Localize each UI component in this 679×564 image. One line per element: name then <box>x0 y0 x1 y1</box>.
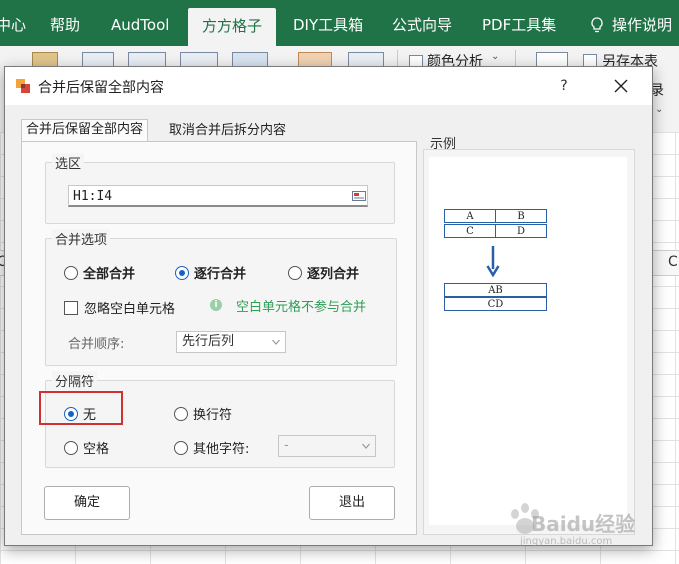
example-merged-cell: AB <box>444 283 547 297</box>
example-cell: D <box>495 224 547 238</box>
merge-order-label: 合并顺序: <box>68 337 125 352</box>
info-icon: i <box>210 299 222 311</box>
radio-separator-newline-label: 换行符 <box>193 408 233 423</box>
tab-unmerge-split[interactable]: 取消合并后拆分内容 <box>165 121 290 141</box>
ribbon-tab-center[interactable]: 中心 <box>0 0 26 46</box>
radio-separator-other-label: 其他字符: <box>193 442 250 457</box>
ignore-blank-hint: 空白单元格不参与合并 <box>236 300 367 315</box>
tab-merge-keep-all[interactable]: 合并后保留全部内容 <box>21 119 149 142</box>
ribbon-tab-help[interactable]: 帮助 <box>50 0 80 46</box>
merge-order-select[interactable]: 先行后列 <box>176 331 286 353</box>
radio-merge-by-row[interactable]: 逐行合并 <box>175 263 246 282</box>
radio-merge-by-column-label: 逐列合并 <box>307 267 360 282</box>
dialog-title: 合并后保留全部内容 <box>38 80 164 96</box>
merge-order-value: 先行后列 <box>182 334 235 349</box>
separator-label: 分隔符 <box>52 371 98 390</box>
close-icon <box>614 79 628 93</box>
ignore-blank-checkbox[interactable]: 忽略空白单元格 <box>64 298 175 317</box>
lightbulb-icon <box>591 17 603 33</box>
merge-options-label: 合并选项 <box>52 229 111 248</box>
arrow-down-icon <box>486 246 500 277</box>
close-button[interactable] <box>609 75 633 97</box>
merge-options-group: 合并选项 全部合并 逐行合并 逐列合并 忽略空白单元格 i 空白单元格不参与合并… <box>45 229 397 366</box>
chevron-down-icon <box>272 339 280 345</box>
example-cell: A <box>444 209 496 223</box>
selection-group: 选区 H1:I4 <box>45 153 395 224</box>
column-header[interactable]: C <box>668 254 678 270</box>
ribbon-tab-formula[interactable]: 公式向导 <box>392 0 452 46</box>
radio-merge-all-label: 全部合并 <box>83 267 136 282</box>
ribbon-tab-diy[interactable]: DIY工具箱 <box>293 0 363 46</box>
radio-indicator <box>174 440 188 455</box>
radio-merge-by-row-label: 逐行合并 <box>194 267 247 282</box>
annotation-highlight <box>39 391 123 425</box>
selection-group-label: 选区 <box>52 153 85 172</box>
ribbon-tab-audtool[interactable]: AudTool <box>111 0 169 46</box>
example-cell: B <box>495 209 547 223</box>
exit-button[interactable]: 退出 <box>309 486 395 520</box>
range-picker-icon[interactable] <box>352 191 366 201</box>
tell-me-label: 操作说明 <box>612 16 673 34</box>
example-merged-cell: CD <box>444 297 547 311</box>
help-button[interactable]: ? <box>553 75 575 97</box>
merge-keep-all-dialog: 合并后保留全部内容 ? 合并后保留全部内容 取消合并后拆分内容 选区 H1:I4… <box>4 66 653 546</box>
radio-separator-other[interactable]: 其他字符: <box>174 438 249 457</box>
radio-indicator <box>174 406 188 421</box>
tab-panel: 选区 H1:I4 合并选项 全部合并 逐行合并 逐列合并 忽略空白单元格 i 空… <box>21 141 417 535</box>
app-icon <box>16 79 30 93</box>
radio-indicator <box>64 265 78 280</box>
watermark-brand: Baidu经验 <box>531 512 636 536</box>
radio-indicator <box>288 265 302 280</box>
radio-merge-by-column[interactable]: 逐列合并 <box>288 263 359 282</box>
example-cell: C <box>444 224 496 238</box>
ribbon-tab-fangfang[interactable]: 方方格子 <box>188 8 276 46</box>
radio-separator-space[interactable]: 空格 <box>64 438 109 457</box>
chevron-down-icon[interactable]: ⌄ <box>491 51 499 62</box>
radio-indicator <box>64 440 78 455</box>
range-input[interactable]: H1:I4 <box>68 185 368 207</box>
ok-button[interactable]: 确定 <box>44 486 130 520</box>
radio-merge-all[interactable]: 全部合并 <box>64 263 135 282</box>
radio-separator-newline[interactable]: 换行符 <box>174 404 232 423</box>
ribbon-tab-tell-me[interactable]: 操作说明 <box>590 0 672 46</box>
watermark-url: jingyan.baidu.com <box>520 536 613 547</box>
radio-indicator <box>175 265 189 280</box>
chevron-down-icon[interactable]: ⌄ <box>655 104 663 115</box>
ribbon-tab-bar: 中心 帮助 AudTool 方方格子 DIY工具箱 公式向导 PDF工具集 操作… <box>0 0 679 46</box>
other-char-select[interactable]: - <box>278 435 376 457</box>
ribbon-tab-pdf[interactable]: PDF工具集 <box>482 0 556 46</box>
other-char-value: - <box>284 438 289 453</box>
radio-separator-space-label: 空格 <box>83 442 110 457</box>
chevron-down-icon <box>362 443 370 449</box>
checkbox-box <box>64 300 78 315</box>
dialog-titlebar[interactable]: 合并后保留全部内容 ? <box>5 67 652 105</box>
ignore-blank-label: 忽略空白单元格 <box>84 302 176 317</box>
